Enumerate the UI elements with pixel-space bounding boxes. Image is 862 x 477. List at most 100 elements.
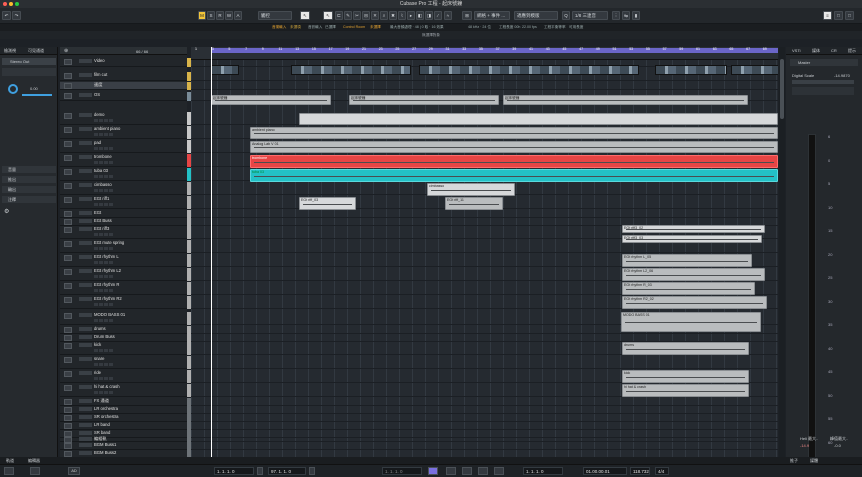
event-clip[interactable]: MODO BASS 01 — [621, 312, 761, 332]
play-icon[interactable] — [462, 467, 472, 475]
cycle-icon[interactable] — [428, 467, 438, 475]
tab-media[interactable]: 媒体 — [812, 48, 820, 54]
vertical-scrollbar[interactable] — [779, 47, 785, 457]
track-mute-solo-buttons[interactable] — [79, 437, 92, 441]
layout-left-button[interactable]: ≡ — [823, 11, 832, 20]
video-thumbnail-strip[interactable] — [291, 65, 411, 75]
track-mute-solo-buttons[interactable] — [79, 335, 92, 339]
inspector-section-sends[interactable]: 推出 — [2, 176, 56, 183]
zoom-window-button[interactable] — [15, 2, 19, 6]
track-header[interactable]: SR orchestra — [60, 414, 187, 422]
track-header[interactable]: LR orchestra — [60, 406, 187, 414]
info-audio-input-value[interactable]: 已選擇 — [325, 24, 336, 31]
play-tool-icon[interactable]: ▸ — [407, 11, 415, 20]
comp-tool-icon[interactable]: ◨ — [425, 11, 433, 20]
meter-icon[interactable]: ▮ — [632, 11, 640, 20]
track-header[interactable]: hi hat & crash — [60, 384, 187, 397]
event-clip[interactable]: ambient piano — [250, 127, 778, 139]
settings-icon[interactable] — [30, 467, 40, 475]
tempo-display[interactable]: 118.732 — [630, 467, 650, 475]
channel-name[interactable]: Master — [790, 59, 858, 66]
track-header[interactable]: EGt riff3 — [60, 226, 187, 239]
track-record-monitor-buttons[interactable] — [94, 390, 116, 394]
nudge-icon[interactable]: ⇆ — [622, 11, 630, 20]
track-record-monitor-buttons[interactable] — [94, 132, 116, 136]
punch-out-icon[interactable] — [309, 467, 315, 475]
time-warp-tool-icon[interactable]: ⌇ — [398, 11, 406, 20]
demo-midi-clip[interactable] — [299, 113, 778, 125]
track-mute-solo-buttons[interactable] — [79, 59, 92, 63]
inspector-channel-buttons[interactable] — [2, 68, 56, 76]
track-header[interactable]: LR band — [60, 422, 187, 430]
track-record-monitor-buttons[interactable] — [94, 202, 116, 206]
track-record-monitor-buttons[interactable] — [94, 246, 116, 250]
track-name[interactable]: cimbasso — [94, 182, 112, 187]
video-thumbnail-strip[interactable] — [419, 65, 639, 75]
track-header[interactable]: cimbasso — [60, 182, 187, 195]
track-mute-solo-buttons[interactable] — [79, 113, 92, 117]
track-header[interactable]: EGt rhythm L — [60, 254, 187, 267]
track-mute-solo-buttons[interactable] — [79, 385, 92, 389]
track-name[interactable]: Drum Buss — [94, 334, 115, 339]
track-header[interactable]: EGt — [60, 210, 187, 218]
track-header[interactable]: BGM Buss1 — [60, 442, 187, 450]
track-name[interactable]: ride — [94, 370, 101, 375]
record-icon[interactable] — [478, 467, 488, 475]
event-clip[interactable]: 起床號鐘 — [211, 95, 331, 105]
track-header[interactable]: EGt rhythm R — [60, 282, 187, 295]
tab-inspector[interactable]: 檢測視 — [4, 48, 16, 54]
track-header[interactable]: OS — [60, 92, 187, 101]
track-mute-solo-buttons[interactable] — [79, 415, 92, 419]
info-control-room-value[interactable]: 未選擇 — [370, 24, 381, 31]
track-name[interactable]: EGt Buss — [94, 218, 112, 223]
event-clip[interactable]: hi hat & crash — [622, 384, 749, 397]
track-name[interactable]: drums — [94, 326, 106, 331]
volume-slider[interactable] — [22, 94, 52, 96]
track-mute-solo-buttons[interactable] — [79, 183, 92, 187]
event-clip[interactable]: EGt rhythm L_05 — [622, 254, 752, 267]
track-header[interactable]: trombone — [60, 154, 187, 167]
activate-project-icon[interactable] — [4, 467, 14, 475]
track-name[interactable]: trombone — [94, 154, 112, 159]
track-name[interactable]: EGt rhythm R2 — [94, 296, 122, 301]
track-record-monitor-buttons[interactable] — [94, 146, 116, 150]
track-mute-solo-buttons[interactable] — [79, 73, 92, 77]
track-header[interactable]: BGM Buss2 — [60, 450, 187, 457]
pan-knob-icon[interactable] — [8, 84, 18, 94]
track-record-monitor-buttons[interactable] — [94, 260, 116, 264]
track-mute-solo-buttons[interactable] — [79, 219, 92, 223]
ad-button[interactable]: AD — [68, 467, 80, 475]
undo-icon[interactable]: ↶ — [2, 11, 11, 20]
erase-tool-icon[interactable]: ✕ — [371, 11, 379, 20]
metronome-icon[interactable] — [494, 467, 504, 475]
event-clip[interactable]: kick — [622, 370, 749, 383]
track-header[interactable]: Drum Buss — [60, 334, 187, 342]
event-clip[interactable]: 起床號鐘 — [503, 95, 748, 105]
track-name[interactable]: EGt riff3 — [94, 226, 109, 231]
solo-mode-button[interactable]: S — [207, 11, 215, 20]
event-clip[interactable]: tuba 03 — [250, 169, 778, 182]
track-name[interactable]: pad — [94, 140, 101, 145]
track-name[interactable]: EGt rhythm L2 — [94, 268, 121, 273]
track-mute-solo-buttons[interactable] — [79, 283, 92, 287]
quantize-icon[interactable]: Q — [562, 11, 570, 20]
track-header[interactable]: EGt rhythm R2 — [60, 296, 187, 309]
audio-warp-icon[interactable]: ≈ — [444, 11, 452, 20]
info-record-time[interactable]: 可用長度 — [569, 24, 583, 31]
inspector-section-notes[interactable]: 注釋 — [2, 196, 56, 203]
redo-icon[interactable]: ↷ — [12, 11, 21, 20]
quantize-settings-icon[interactable]: ⋮ — [612, 11, 620, 20]
event-clip[interactable]: drums — [622, 342, 749, 355]
track-name[interactable]: OS — [94, 92, 100, 97]
track-name[interactable]: EGt rhythm L — [94, 254, 119, 259]
event-clip[interactable]: 起床號鐘 — [349, 95, 499, 105]
track-name[interactable]: EGt rhythm R — [94, 282, 119, 287]
track-name[interactable]: LR orchestra — [94, 406, 118, 411]
track-header[interactable]: film cut — [60, 72, 187, 81]
track-record-monitor-buttons[interactable] — [94, 118, 116, 122]
track-mute-solo-buttons[interactable] — [79, 127, 92, 131]
automation-mode-button[interactable]: A — [234, 11, 242, 20]
track-record-monitor-buttons[interactable] — [94, 188, 116, 192]
track-name[interactable]: demo — [94, 112, 104, 117]
object-select-tool-icon[interactable]: ↖ — [300, 11, 310, 20]
